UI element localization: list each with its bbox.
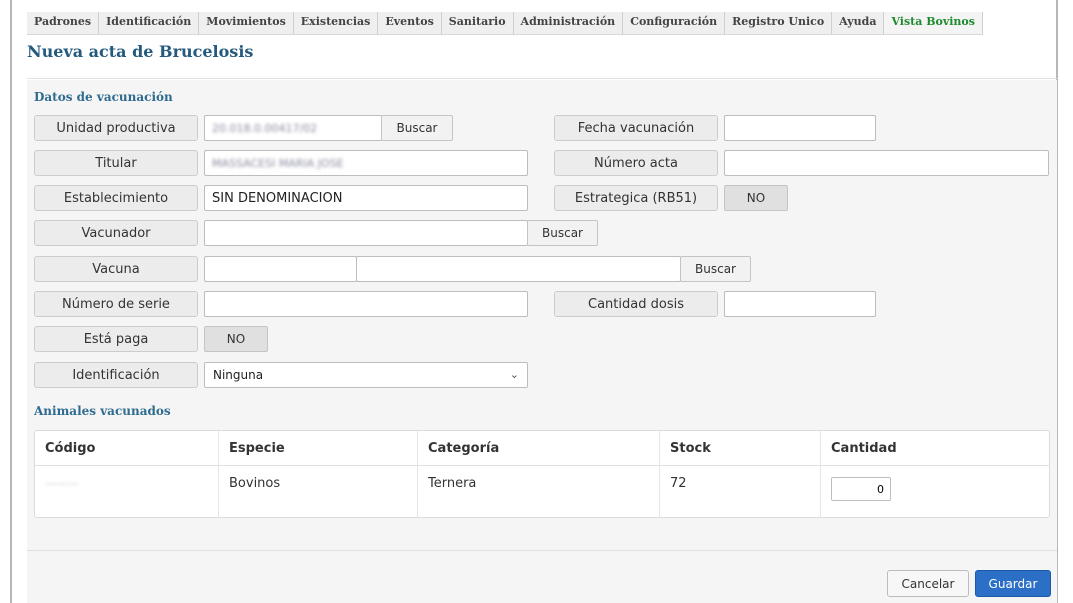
menu-identificacion[interactable]: Identificación — [99, 12, 200, 34]
main-menu-bar: Padrones Identificación Movimientos Exis… — [27, 12, 983, 35]
column-header-categoria: Categoría — [417, 431, 660, 466]
cell-especie: Bovinos — [218, 465, 418, 518]
cell-categoria: Ternera — [417, 465, 660, 518]
menu-configuracion[interactable]: Configuración — [623, 12, 726, 34]
section-datos-vacunacion: Datos de vacunación — [34, 90, 173, 104]
label-establecimiento: Establecimiento — [34, 185, 198, 211]
menu-registro-unico[interactable]: Registro Unico — [725, 12, 833, 34]
menu-ayuda[interactable]: Ayuda — [832, 12, 885, 34]
menu-eventos[interactable]: Eventos — [378, 12, 442, 34]
section-animales-vacunados: Animales vacunados — [34, 404, 171, 418]
label-identificacion: Identificación — [34, 362, 198, 388]
vacuna-description-input[interactable] — [356, 256, 681, 282]
page-title: Nueva acta de Brucelosis — [27, 42, 254, 61]
menu-administracion[interactable]: Administración — [514, 12, 624, 34]
footer-divider — [27, 550, 1057, 551]
cell-codigo: ——— — [35, 465, 219, 518]
codigo-value: ——— — [45, 477, 78, 490]
save-button[interactable]: Guardar — [975, 570, 1051, 597]
numero-serie-input[interactable] — [204, 291, 528, 317]
vacunador-input[interactable] — [204, 220, 528, 246]
column-header-stock: Stock — [659, 431, 821, 466]
cell-stock: 72 — [659, 465, 821, 518]
column-header-codigo: Código — [35, 431, 219, 466]
cancel-button[interactable]: Cancelar — [887, 570, 969, 597]
identificacion-select[interactable]: Ninguna ⌄ — [204, 362, 528, 388]
animales-table-container: Código Especie Categoría Stock Cantidad … — [34, 430, 1050, 518]
menu-movimientos[interactable]: Movimientos — [199, 12, 294, 34]
animales-table: Código Especie Categoría Stock Cantidad … — [35, 431, 1049, 518]
establecimiento-input[interactable] — [204, 185, 528, 211]
menu-existencias[interactable]: Existencias — [294, 12, 379, 34]
cantidad-input[interactable] — [831, 477, 891, 501]
label-vacunador: Vacunador — [34, 220, 198, 246]
menu-padrones[interactable]: Padrones — [27, 12, 100, 34]
estrategica-toggle[interactable]: NO — [724, 185, 788, 211]
label-unidad-productiva: Unidad productiva — [34, 115, 198, 141]
column-header-especie: Especie — [218, 431, 418, 466]
esta-paga-toggle[interactable]: NO — [204, 326, 268, 352]
window-border-left — [10, 0, 12, 603]
column-header-cantidad: Cantidad — [820, 431, 1049, 466]
label-numero-serie: Número de serie — [34, 291, 198, 317]
menu-vista-bovinos[interactable]: Vista Bovinos — [884, 12, 983, 34]
title-divider — [27, 78, 1057, 79]
label-numero-acta: Número acta — [554, 150, 718, 176]
cantidad-dosis-input[interactable] — [724, 291, 876, 317]
buscar-vacunador-button[interactable]: Buscar — [527, 220, 598, 246]
cell-cantidad — [821, 466, 1050, 518]
label-esta-paga: Está paga — [34, 326, 198, 352]
buscar-vacuna-button[interactable]: Buscar — [680, 256, 751, 282]
label-fecha-vacunacion: Fecha vacunación — [554, 115, 718, 141]
titular-value: MASSACESI MARIA JOSE — [212, 156, 344, 170]
table-row: ——— Bovinos Ternera 72 — [35, 465, 1050, 518]
table-header-row: Código Especie Categoría Stock Cantidad — [35, 431, 1049, 466]
identificacion-selected-value: Ninguna — [213, 368, 264, 382]
vacuna-code-input[interactable] — [204, 256, 357, 282]
menu-sanitario[interactable]: Sanitario — [442, 12, 514, 34]
buscar-unidad-button[interactable]: Buscar — [381, 115, 453, 141]
label-vacuna: Vacuna — [34, 256, 198, 282]
titular-field[interactable]: MASSACESI MARIA JOSE — [204, 150, 528, 176]
label-estrategica: Estrategica (RB51) — [554, 185, 718, 211]
label-cantidad-dosis: Cantidad dosis — [554, 291, 718, 317]
unidad-productiva-field[interactable]: 20.018.0.00417/02 — [204, 115, 382, 141]
chevron-down-icon: ⌄ — [509, 368, 519, 381]
label-titular: Titular — [34, 150, 198, 176]
unidad-productiva-value: 20.018.0.00417/02 — [212, 121, 318, 135]
fecha-vacunacion-input[interactable] — [724, 115, 876, 141]
numero-acta-input[interactable] — [724, 150, 1049, 176]
